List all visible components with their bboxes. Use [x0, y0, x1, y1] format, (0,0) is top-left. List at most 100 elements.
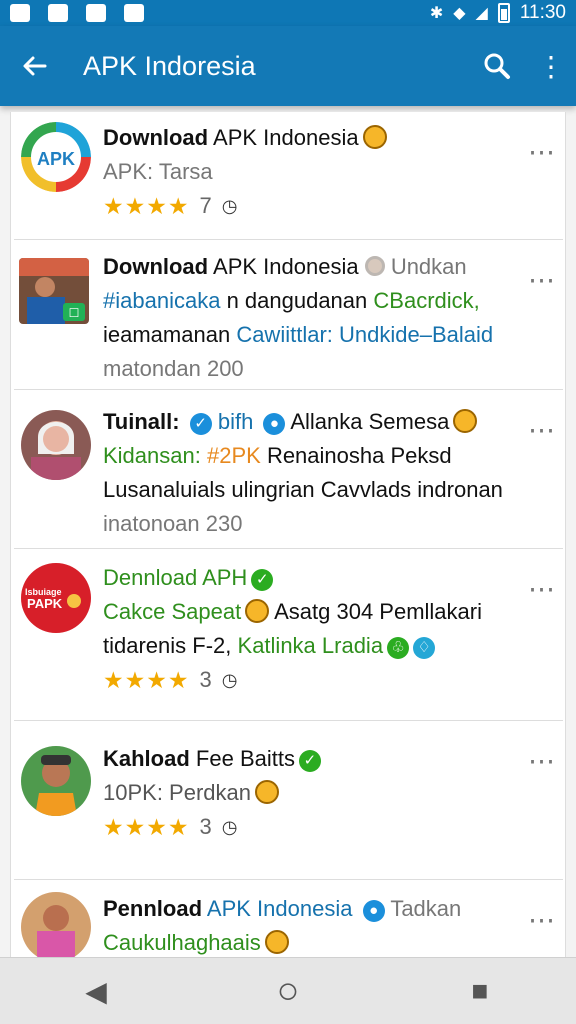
profile-avatar	[21, 746, 91, 816]
item-subtitle: APK: Tarsa	[103, 159, 213, 184]
rating-count: 3	[199, 814, 212, 839]
more-icon: ⋯	[528, 265, 555, 295]
list-item[interactable]: APK Download APK Indonesia APK: Tarsa ★★…	[11, 112, 565, 240]
item-more-button[interactable]: ⋯	[528, 415, 555, 446]
back-button[interactable]	[0, 26, 70, 106]
item-title-tail: Allanka Semesa	[290, 409, 450, 434]
item-text: Lusanaluials ulingrian Cavvlads indronan	[103, 477, 503, 502]
recent-square-icon: ■	[471, 975, 489, 1006]
overflow-menu-button[interactable]: ⋮	[526, 26, 576, 106]
hashtag: #2PK	[206, 443, 261, 468]
item-title: APK Indonesia	[206, 896, 353, 921]
battery-icon	[497, 3, 510, 23]
item-title-bold: Download	[103, 125, 209, 150]
item-meta: matondan 200	[103, 356, 244, 381]
gallery-icon	[10, 4, 30, 22]
smile-emoji-icon	[362, 125, 387, 149]
gallery-icon	[48, 4, 68, 22]
list-item[interactable]: Isbuiage PAPK Dennload APH ✓ Cakce Sapeat…	[11, 549, 565, 721]
search-icon	[484, 53, 510, 79]
system-navigation-bar: ◀ ○ ■	[0, 957, 576, 1024]
list-item[interactable]: Kahload Fee Baitts ✓ 10PK: Perdkan ★★★★ 3 ◷…	[11, 721, 565, 880]
smile-emoji-icon	[453, 409, 478, 433]
paw-icon	[86, 4, 106, 22]
item-text: Asatg 304 Pemllakari	[274, 599, 482, 624]
item-more-button[interactable]: ⋯	[528, 746, 555, 777]
more-vert-icon: ⋮	[537, 50, 565, 82]
item-link-tail: Undkide–Balaid	[339, 322, 494, 347]
rating-count: 3	[199, 667, 212, 692]
hashtag: #iabanicaka	[103, 288, 221, 313]
item-text-highlight: Cakce Sapeat	[103, 599, 242, 624]
item-title: APK Indonesia	[213, 125, 359, 150]
rating-row: ★★★★ 3 ◷	[103, 663, 525, 697]
item-title-bold: Kahload	[103, 746, 190, 771]
logo-text: PAPK	[27, 596, 63, 611]
item-title-tail: Undkan	[390, 254, 467, 279]
list-item[interactable]: ☐ Download APK Indonesia Undkan #iabanic…	[11, 240, 565, 390]
bluetooth-icon: ✱	[429, 5, 444, 22]
clock-icon: ◷	[221, 196, 238, 216]
item-title-bold: Tuinall:	[103, 409, 180, 434]
app-list: APK Download APK Indonesia APK: Tarsa ★★…	[10, 112, 566, 957]
item-text: ieamamanan	[103, 322, 231, 347]
item-meta: inatonoan 230	[103, 511, 243, 536]
item-more-button[interactable]: ⋯	[528, 574, 555, 605]
svg-text:APK: APK	[37, 149, 75, 169]
item-subtitle: 10PK: Perdkan	[103, 780, 251, 805]
signal-icon: ◢	[475, 5, 488, 22]
leaf-icon: ♧	[387, 637, 410, 659]
item-more-button[interactable]: ⋯	[528, 905, 555, 936]
item-more-button[interactable]: ⋯	[528, 265, 555, 296]
leaf-icon: ♢	[413, 637, 436, 659]
list-item[interactable]: Tuinall: ✓ bifh ● Allanka Semesa Kidansa…	[11, 390, 565, 549]
item-title-tail: Tadkan	[390, 896, 462, 921]
smile-emoji-icon	[254, 780, 279, 804]
verified-icon: ✓	[251, 569, 274, 591]
verified-icon: ✓	[298, 750, 321, 772]
nav-home-button[interactable]: ○	[248, 966, 328, 1016]
item-text-highlight: Caukulhaghaais	[103, 930, 261, 955]
clock-icon: ◷	[221, 670, 238, 690]
rating-count: 7	[199, 193, 212, 218]
logo-badge-icon	[67, 594, 81, 608]
item-title: bifh	[217, 409, 254, 434]
item-title: Dennload APH	[103, 565, 248, 590]
app-logo: Isbuiage PAPK	[21, 563, 91, 633]
home-circle-icon: ○	[276, 969, 300, 1012]
status-time: 11:30	[519, 2, 566, 23]
profile-avatar	[21, 892, 91, 957]
item-text: Renainosha Peksd	[266, 443, 452, 468]
wifi-icon: ◆	[453, 5, 466, 22]
back-triangle-icon: ◀	[85, 975, 107, 1007]
item-title-bold: Pennload	[103, 896, 203, 921]
more-icon: ⋯	[528, 137, 555, 167]
item-title: APK Indonesia	[213, 254, 359, 279]
rating-stars: ★★★★	[103, 667, 190, 693]
drop-icon: ●	[263, 413, 286, 435]
sun-emoji-icon	[364, 256, 385, 276]
bird-icon: ✓	[189, 413, 212, 435]
item-link: Katlinka Lradia	[237, 633, 384, 658]
rating-stars: ★★★★	[103, 814, 190, 840]
item-text-highlight: Kidansan:	[103, 443, 201, 468]
status-bar: ✱ ◆ ◢ 11:30	[0, 0, 576, 26]
rating-row: ★★★★ 3 ◷	[103, 810, 525, 844]
item-more-button[interactable]: ⋯	[528, 137, 555, 168]
video-thumbnail: ☐	[19, 258, 89, 324]
app-bar: APK Indoresia ⋮	[0, 26, 576, 106]
svg-text:☐: ☐	[69, 306, 80, 320]
nav-recent-apps-button[interactable]: ■	[440, 966, 520, 1016]
nav-back-button[interactable]: ◀	[56, 966, 136, 1016]
clock-icon: ◷	[221, 817, 238, 837]
search-button[interactable]	[468, 26, 526, 106]
profile-avatar	[21, 410, 91, 480]
smile-emoji-icon	[264, 930, 289, 954]
more-icon: ⋯	[528, 746, 555, 776]
rating-row: ★★★★ 7 ◷	[103, 189, 525, 223]
list-item[interactable]: Pennload APK Indonesia ● Tadkan Caukulha…	[11, 880, 565, 957]
drop-icon: ●	[362, 900, 385, 922]
item-text-highlight: CBacrdick,	[373, 288, 480, 313]
more-icon: ⋯	[528, 905, 555, 935]
item-link: Cawiittlar:	[236, 322, 333, 347]
